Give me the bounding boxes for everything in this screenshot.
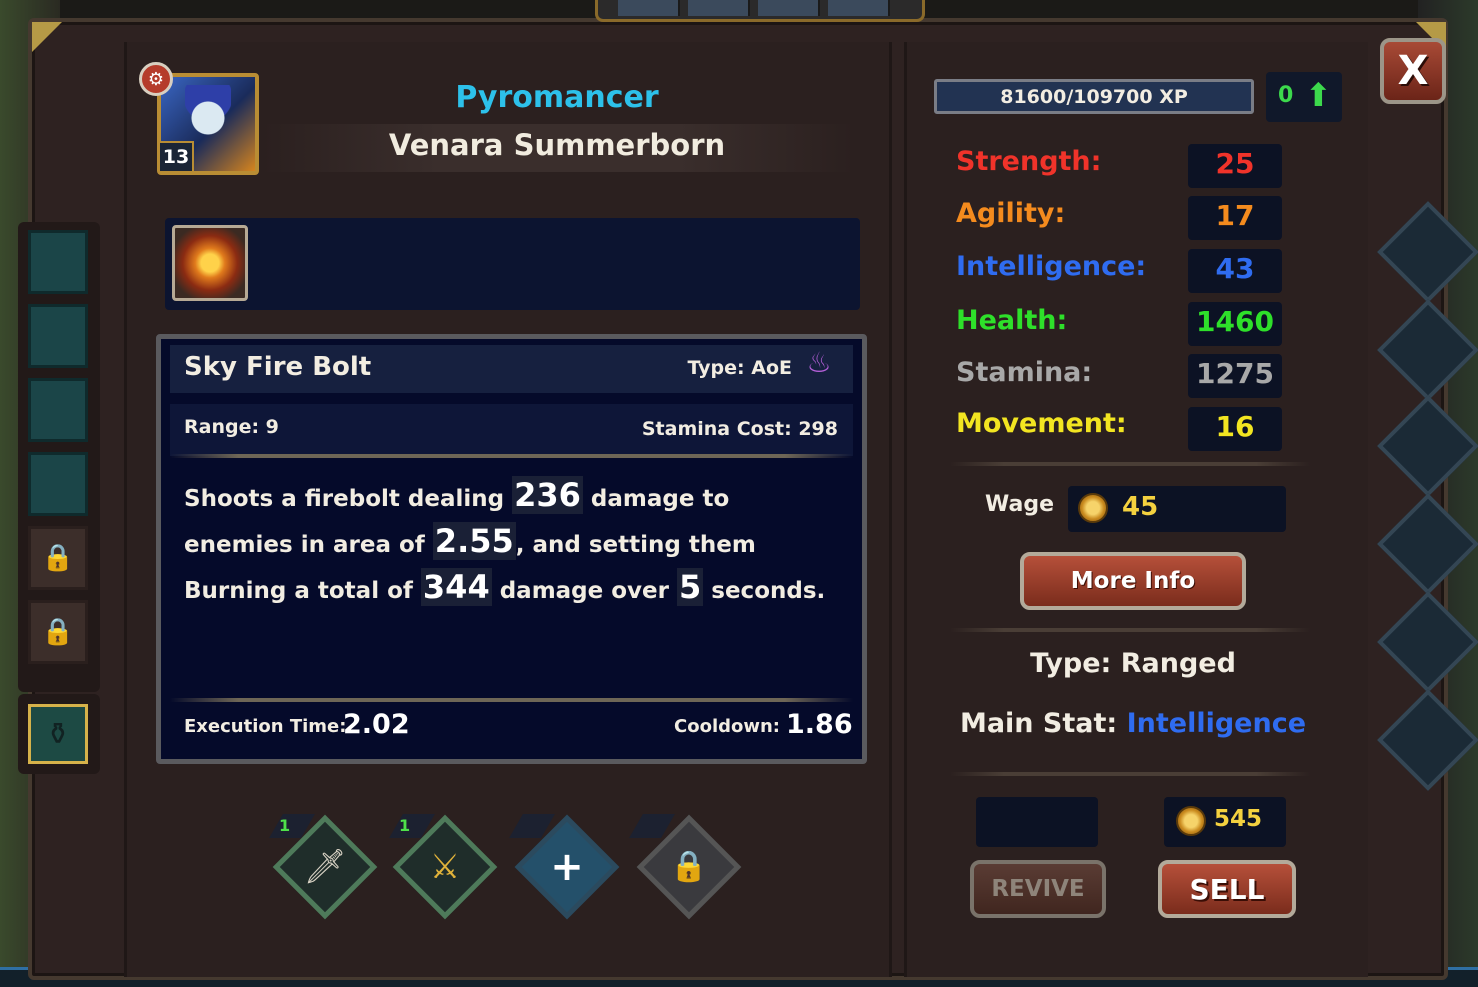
ability-type: Type: AoE bbox=[687, 357, 792, 379]
top-toolbar bbox=[595, 0, 925, 22]
strength-label: Strength: bbox=[956, 146, 1102, 177]
desc-text: damage over bbox=[491, 578, 677, 604]
ability-description: Shoots a firebolt dealing 236 damage to … bbox=[184, 474, 844, 612]
intelligence-value: 43 bbox=[1215, 252, 1255, 285]
ability-stamina-cost: Stamina Cost: 298 bbox=[641, 418, 838, 440]
locked-slot: 🔒 bbox=[28, 600, 88, 664]
hero-name: Venara Summerborn bbox=[388, 128, 726, 162]
sword-icon: 🗡 bbox=[303, 847, 347, 887]
sell-button[interactable]: SELL bbox=[1158, 860, 1296, 918]
hero-icon: ⚔ bbox=[429, 847, 461, 887]
equipment-slot[interactable] bbox=[28, 304, 88, 368]
movement-label: Movement: bbox=[956, 408, 1127, 439]
revive-button[interactable]: REVIVE bbox=[970, 860, 1106, 918]
equipment-slot[interactable] bbox=[28, 230, 88, 294]
hero-face-image bbox=[185, 85, 231, 145]
ability-range: Range: 9 bbox=[184, 416, 279, 438]
main-stat-value: Intelligence bbox=[1126, 708, 1307, 739]
fire-explosion-icon[interactable] bbox=[172, 225, 248, 301]
area-value: 2.55 bbox=[432, 522, 516, 560]
potion-slot[interactable]: ⚱ bbox=[18, 694, 100, 774]
ability-count: 1 bbox=[399, 816, 411, 835]
burn-damage-value: 344 bbox=[420, 568, 492, 606]
movement-value: 16 bbox=[1215, 410, 1255, 443]
intelligence-label: Intelligence: bbox=[956, 251, 1147, 282]
pause-tab[interactable] bbox=[618, 0, 680, 16]
burn-duration-value: 5 bbox=[677, 568, 704, 606]
equipment-slot[interactable] bbox=[28, 378, 88, 442]
cooldown-label: Cooldown: bbox=[674, 716, 781, 737]
desc-text: seconds. bbox=[703, 578, 826, 604]
gold-coin-icon bbox=[1078, 493, 1108, 523]
cooldown-value: 1.86 bbox=[786, 709, 853, 740]
faster-forward-tab[interactable] bbox=[828, 0, 890, 16]
desc-text: Shoots a firebolt dealing bbox=[184, 486, 513, 512]
hero-level-badge: 13 bbox=[158, 141, 194, 173]
stamina-label: Stamina: bbox=[956, 357, 1093, 388]
divider bbox=[170, 454, 853, 458]
hero-class: Pyromancer bbox=[455, 80, 659, 115]
stamina-value: 1275 bbox=[1196, 357, 1274, 390]
more-info-button[interactable]: More Info bbox=[1020, 552, 1246, 610]
equipment-slot-strip: 🔒 🔒 bbox=[18, 222, 100, 692]
level-up-arrow-icon[interactable]: ⬆ bbox=[1305, 76, 1332, 114]
lock-icon: 🔒 bbox=[670, 849, 708, 884]
health-label: Health: bbox=[956, 305, 1068, 336]
damage-value: 236 bbox=[512, 476, 583, 514]
main-stat-label: Main Stat: bbox=[959, 708, 1127, 739]
health-value: 1460 bbox=[1196, 305, 1274, 338]
agility-value: 17 bbox=[1215, 199, 1255, 232]
divider bbox=[950, 628, 1310, 632]
agility-label: Agility: bbox=[956, 198, 1066, 229]
strength-value: 25 bbox=[1215, 147, 1255, 180]
divider bbox=[950, 772, 1310, 776]
main-stat: Main Stat: Intelligence bbox=[940, 708, 1326, 739]
lock-icon: 🔒 bbox=[41, 543, 75, 573]
plus-icon: + bbox=[550, 844, 584, 890]
upgrade-points-count: 0 bbox=[1278, 83, 1294, 108]
ability-count: 1 bbox=[279, 816, 291, 835]
wage-label: Wage bbox=[985, 492, 1054, 517]
equipment-slot[interactable] bbox=[28, 452, 88, 516]
locked-slot: 🔒 bbox=[28, 526, 88, 590]
close-button[interactable]: X bbox=[1380, 38, 1446, 104]
ability-list-strip bbox=[165, 218, 860, 310]
ability-name: Sky Fire Bolt bbox=[184, 352, 372, 382]
divider bbox=[170, 698, 853, 702]
settings-gear-icon[interactable]: ⚙ bbox=[139, 62, 173, 96]
fast-forward-tab[interactable] bbox=[758, 0, 820, 16]
sell-price-value: 545 bbox=[1214, 806, 1263, 832]
revive-cost-box bbox=[976, 797, 1098, 847]
execution-time-value: 2.02 bbox=[343, 709, 410, 740]
divider bbox=[950, 462, 1310, 466]
lock-icon: 🔒 bbox=[41, 617, 75, 647]
play-tab[interactable] bbox=[688, 0, 750, 16]
wage-value: 45 bbox=[1122, 492, 1159, 522]
xp-bar: 81600/109700 XP bbox=[934, 79, 1254, 114]
execution-time-label: Execution Time: bbox=[184, 716, 347, 737]
potion-icon: ⚱ bbox=[28, 704, 88, 764]
gold-coin-icon bbox=[1176, 806, 1206, 836]
hero-type: Type: Ranged bbox=[1030, 648, 1236, 679]
aoe-icon: ♨ bbox=[806, 346, 832, 379]
